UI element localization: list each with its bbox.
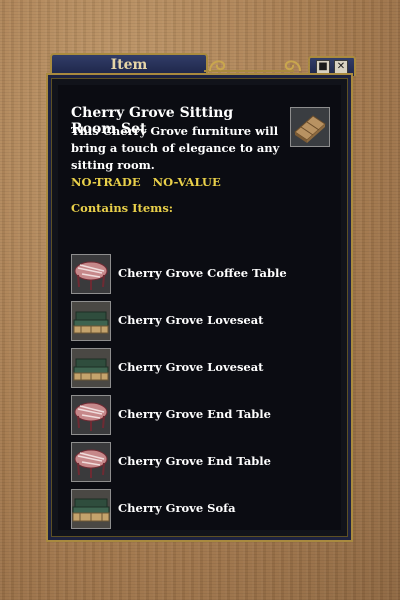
flag-no-value: NO-VALUE: [152, 175, 221, 189]
contents-item-name: Cherry Grove Coffee Table: [118, 266, 287, 280]
contents-item-name: Cherry Grove Loveseat: [118, 360, 264, 374]
contents-row-6[interactable]: Cherry Grove Sofa: [71, 489, 341, 531]
contents-item-name: Cherry Grove End Table: [118, 454, 271, 468]
window-title: Item: [50, 53, 208, 75]
minimize-button[interactable]: ■: [316, 60, 330, 74]
scroll-ornament-icon: [204, 60, 301, 72]
contents-row-3[interactable]: Cherry Grove Loveseat: [71, 348, 341, 390]
contents-item-name: Cherry Grove End Table: [118, 407, 271, 421]
item-window: Item ■ ✕ Cherry Grove Sitting Room Set T…: [46, 53, 356, 542]
round-table-icon: [71, 395, 111, 435]
sofa-icon: [71, 489, 111, 529]
contents-item-name: Cherry Grove Loveseat: [118, 313, 264, 327]
contents-row-5[interactable]: Cherry Grove End Table: [71, 442, 341, 484]
round-table-icon: [71, 254, 111, 294]
close-button[interactable]: ✕: [334, 60, 348, 74]
crate-icon[interactable]: [290, 107, 330, 147]
round-table-icon: [71, 442, 111, 482]
contents-row-2[interactable]: Cherry Grove Loveseat: [71, 301, 341, 343]
item-description: This Cherry Grove furniture will bring a…: [71, 124, 280, 172]
item-panel-inner: Cherry Grove Sitting Room Set This Cherr…: [58, 85, 341, 530]
flag-no-trade: NO-TRADE: [71, 175, 141, 189]
item-panel: Cherry Grove Sitting Room Set This Cherr…: [46, 73, 353, 542]
loveseat-icon: [71, 301, 111, 341]
window-titlebar[interactable]: Item ■ ✕: [50, 53, 356, 76]
item-flags: NO-TRADE NO-VALUE: [71, 175, 229, 189]
contents-row-4[interactable]: Cherry Grove End Table: [71, 395, 341, 437]
contents-row-1[interactable]: Cherry Grove Coffee Table: [71, 254, 341, 296]
loveseat-icon: [71, 348, 111, 388]
contents-item-name: Cherry Grove Sofa: [118, 501, 236, 515]
contains-label: Contains Items:: [71, 201, 174, 215]
